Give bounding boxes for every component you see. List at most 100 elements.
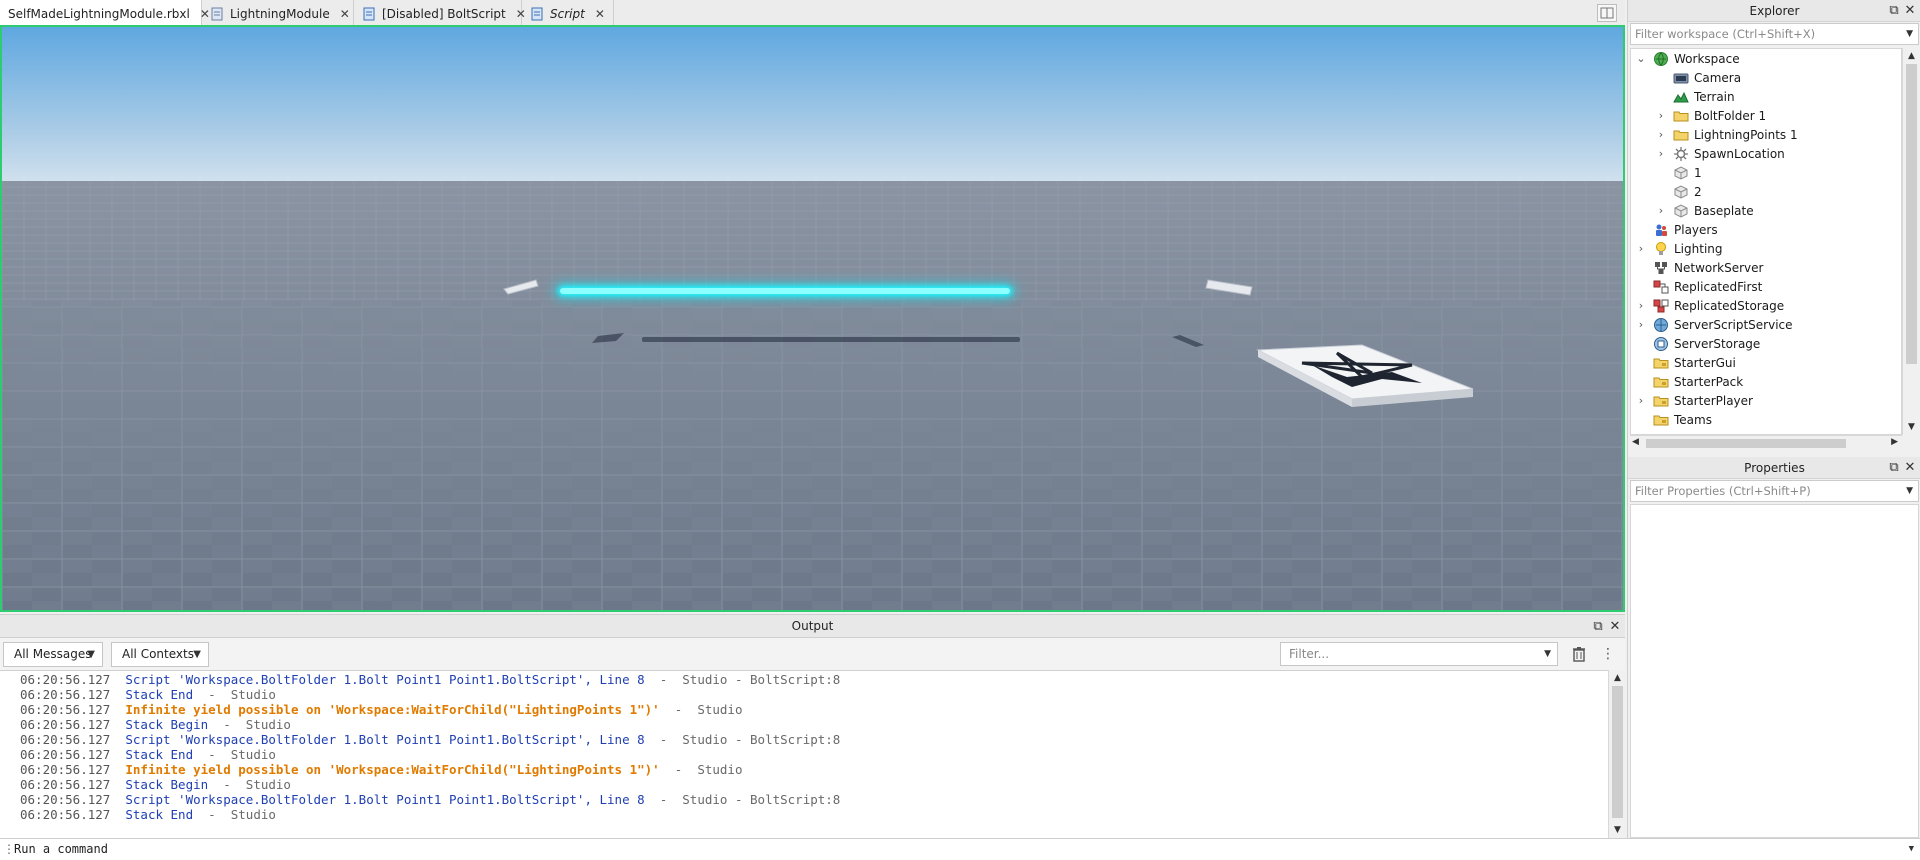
- chevron-right-icon[interactable]: ›: [1655, 204, 1667, 217]
- chevron-right-icon[interactable]: ›: [1655, 128, 1667, 141]
- explorer-item-boltfolder-1[interactable]: › BoltFolder 1: [1655, 106, 1766, 125]
- explorer-item-replicatedfirst[interactable]: ReplicatedFirst: [1635, 277, 1762, 296]
- chevron-right-icon[interactable]: ›: [1635, 242, 1647, 255]
- document-tab-bar: SelfMadeLightningModule.rbxl ✕ Lightning…: [0, 0, 1625, 28]
- scroll-right-arrow-icon[interactable]: ▶: [1891, 437, 1898, 447]
- explorer-item-starterpack[interactable]: StarterPack: [1635, 372, 1743, 391]
- explorer-item-players[interactable]: Players: [1635, 220, 1718, 239]
- part-icon: [1673, 184, 1689, 200]
- chevron-down-icon: ▼: [87, 649, 95, 660]
- explorer-scrollbar[interactable]: ▲ ▼: [1902, 48, 1919, 435]
- message-type-dropdown[interactable]: All Messages ▼: [3, 642, 103, 667]
- command-bar-input[interactable]: ⋮ Run a command ▼: [0, 838, 1920, 860]
- tab-lightningmodule[interactable]: LightningModule ✕: [202, 0, 354, 28]
- scroll-left-arrow-icon[interactable]: ◀: [1632, 437, 1639, 447]
- explorer-item-2[interactable]: 2: [1655, 182, 1702, 201]
- explorer-item-serverscriptservice[interactable]: › ServerScriptService: [1635, 315, 1793, 334]
- chevron-down-icon: ▼: [193, 649, 201, 660]
- module-script-icon: [210, 7, 224, 21]
- explorer-item-label: StarterPack: [1674, 374, 1744, 389]
- explorer-item-label: Terrain: [1694, 89, 1735, 104]
- explorer-title: Explorer: [1749, 4, 1800, 18]
- log-line: 06:20:56.127 Stack End - Studio: [20, 807, 276, 822]
- 3d-viewport[interactable]: [0, 25, 1625, 612]
- scroll-up-arrow-icon[interactable]: ▲: [1609, 670, 1626, 686]
- more-options-icon[interactable]: ⋮: [1601, 645, 1615, 663]
- close-icon[interactable]: ✕: [1902, 3, 1918, 19]
- explorer-item-label: SpawnLocation: [1694, 146, 1785, 161]
- undock-icon[interactable]: ⧉: [1886, 3, 1902, 19]
- explorer-filter-input[interactable]: Filter workspace (Ctrl+Shift+X) ▼: [1630, 23, 1919, 45]
- layout-toggle-button[interactable]: [1597, 4, 1617, 22]
- undock-icon[interactable]: ⧉: [1886, 460, 1902, 476]
- script-icon: [362, 7, 376, 21]
- explorer-item-label: Teams: [1674, 412, 1712, 427]
- explorer-item-terrain[interactable]: Terrain: [1655, 87, 1735, 106]
- explorer-item-startergui[interactable]: StarterGui: [1635, 353, 1736, 372]
- starter-folder-icon: [1653, 374, 1669, 390]
- explorer-item-workspace[interactable]: ⌄ Workspace: [1635, 49, 1740, 68]
- explorer-item-label: BoltFolder 1: [1694, 108, 1767, 123]
- explorer-item-serverstorage[interactable]: ServerStorage: [1635, 334, 1760, 353]
- properties-header: Properties ⧉ ✕: [1628, 457, 1920, 479]
- explorer-item-label: StarterGui: [1674, 355, 1736, 370]
- properties-filter-input[interactable]: Filter Properties (Ctrl+Shift+P) ▼: [1630, 480, 1919, 502]
- chevron-right-icon[interactable]: ›: [1655, 109, 1667, 122]
- server-script-service-icon: [1653, 317, 1669, 333]
- explorer-item-1[interactable]: 1: [1655, 163, 1702, 182]
- replicated-storage-icon: [1653, 298, 1669, 314]
- context-value: All Contexts: [122, 647, 194, 661]
- undock-icon[interactable]: ⧉: [1590, 619, 1606, 635]
- explorer-item-replicatedstorage[interactable]: › ReplicatedStorage: [1635, 296, 1784, 315]
- close-icon[interactable]: ✕: [595, 7, 605, 21]
- properties-grid[interactable]: [1630, 504, 1919, 838]
- tab-script[interactable]: Script ✕: [522, 0, 614, 28]
- explorer-tree[interactable]: ⌄ Workspace Camera Terrain › BoltFolder 1 › Lig…: [1630, 48, 1902, 435]
- lightning-bolt-beam[interactable]: [554, 283, 1016, 299]
- close-icon[interactable]: ✕: [340, 7, 350, 21]
- output-filter-input[interactable]: Filter... ▼: [1280, 642, 1558, 666]
- output-scrollbar[interactable]: ▲ ▼: [1608, 670, 1625, 838]
- tab-selfmadelightningmodule[interactable]: SelfMadeLightningModule.rbxl ✕: [0, 0, 210, 28]
- clear-output-trash-icon[interactable]: [1570, 645, 1588, 663]
- workspace-globe-icon: [1653, 51, 1669, 67]
- close-icon[interactable]: ✕: [1902, 460, 1918, 476]
- tab-disabled-boltscript[interactable]: [Disabled] BoltScript ✕: [354, 0, 526, 28]
- explorer-item-baseplate[interactable]: › Baseplate: [1655, 201, 1754, 220]
- chevron-down-icon[interactable]: ⌄: [1635, 52, 1647, 65]
- starter-folder-icon: [1653, 393, 1669, 409]
- explorer-item-label: 1: [1694, 165, 1702, 180]
- explorer-item-lightningpoints-1[interactable]: › LightningPoints 1: [1655, 125, 1798, 144]
- chevron-right-icon[interactable]: ›: [1635, 394, 1647, 407]
- output-panel-header: Output ⧉ ✕: [0, 614, 1625, 638]
- explorer-item-camera[interactable]: Camera: [1655, 68, 1741, 87]
- scroll-down-arrow-icon[interactable]: ▼: [1609, 822, 1626, 838]
- chevron-right-icon[interactable]: ›: [1635, 299, 1647, 312]
- explorer-item-label: StarterPlayer: [1674, 393, 1753, 408]
- chevron-down-icon: ▼: [1906, 29, 1913, 39]
- chevron-right-icon[interactable]: ›: [1635, 318, 1647, 331]
- scrollbar-thumb[interactable]: [1906, 64, 1917, 364]
- output-toolbar: All Messages ▼ All Contexts ▼ Filter... …: [0, 638, 1625, 670]
- scrollbar-thumb[interactable]: [1646, 439, 1846, 448]
- close-icon[interactable]: ✕: [1607, 619, 1623, 635]
- chevron-down-icon: ▼: [1906, 486, 1913, 496]
- chevron-right-icon[interactable]: ›: [1655, 147, 1667, 160]
- scroll-down-arrow-icon[interactable]: ▼: [1903, 419, 1920, 435]
- context-dropdown[interactable]: All Contexts ▼: [111, 642, 209, 667]
- scroll-up-arrow-icon[interactable]: ▲: [1903, 48, 1920, 64]
- scrollbar-thumb[interactable]: [1612, 686, 1623, 818]
- explorer-item-teams[interactable]: Teams: [1635, 410, 1712, 429]
- explorer-item-spawnlocation[interactable]: › SpawnLocation: [1655, 144, 1785, 163]
- explorer-item-lighting[interactable]: › Lighting: [1635, 239, 1723, 258]
- tab-label: SelfMadeLightningModule.rbxl: [8, 7, 190, 21]
- chevron-down-icon[interactable]: ▼: [1909, 839, 1914, 859]
- output-log[interactable]: 06:20:56.127 Script 'Workspace.BoltFolde…: [0, 670, 1608, 838]
- drag-handle-icon: ⋮: [3, 842, 15, 856]
- log-line: 06:20:56.127 Stack End - Studio: [20, 747, 276, 762]
- explorer-item-networkserver[interactable]: NetworkServer: [1635, 258, 1763, 277]
- explorer-horizontal-scrollbar[interactable]: ◀ ▶: [1630, 435, 1902, 451]
- explorer-item-starterplayer[interactable]: › StarterPlayer: [1635, 391, 1753, 410]
- log-line: 06:20:56.127 Infinite yield possible on …: [20, 702, 743, 717]
- viewport-scene: [2, 27, 1623, 610]
